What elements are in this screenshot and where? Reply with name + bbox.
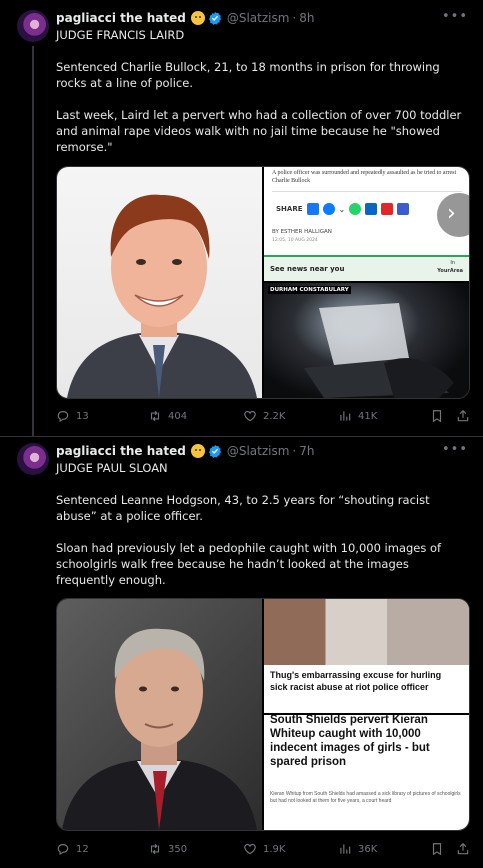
smiley-emoji-icon (190, 11, 205, 25)
portrait-illustration (67, 194, 257, 398)
thread-line (32, 46, 34, 436)
news-near-you-banner[interactable]: See news near you In YourArea (264, 255, 469, 281)
linkedin-icon[interactable] (365, 203, 378, 215)
media-article-screenshot[interactable]: A police officer was surrounded and repe… (264, 167, 469, 281)
yourarea-top: In (450, 260, 455, 266)
post-actions: 13 404 2.2K 41K (56, 409, 471, 425)
like-button[interactable]: 2.2K (243, 409, 285, 423)
like-count: 2.2K (263, 410, 286, 422)
bookmark-icon (432, 410, 442, 423)
heart-icon (244, 410, 256, 422)
more-options-icon[interactable]: ••• (442, 9, 468, 24)
headline-text: South Shields pervert Kieran Whiteup cau… (270, 715, 430, 768)
post-header: pagliacci the hated @Slatzism · 8h (56, 9, 315, 27)
view-count: 41K (358, 410, 378, 422)
headline-photo (264, 599, 469, 665)
avatar[interactable] (17, 443, 49, 475)
share-icon (457, 409, 469, 422)
repost-icon (150, 410, 160, 422)
repost-count: 350 (168, 843, 188, 855)
chevron-down-icon[interactable]: ⌄ (339, 205, 346, 214)
whatsapp-icon[interactable] (349, 203, 362, 215)
reply-icon (57, 844, 69, 855)
flipboard-icon[interactable] (381, 203, 394, 215)
author-name[interactable]: pagliacci the hated (56, 444, 186, 458)
separator-dot: · (292, 444, 297, 458)
view-count: 36K (358, 843, 378, 855)
media-photo-portrait[interactable] (57, 599, 262, 830)
repost-button[interactable]: 404 (148, 409, 187, 423)
laptop-illustration (304, 303, 454, 398)
media-headline-bottom[interactable]: South Shields pervert Kieran Whiteup cau… (264, 715, 469, 830)
post-text: JUDGE FRANCIS LAIRD Sentenced Charlie Bu… (56, 28, 462, 154)
author-handle[interactable]: @Slatzism (227, 444, 290, 458)
bookmark-button[interactable] (430, 842, 444, 856)
repost-button[interactable]: 350 (148, 842, 187, 856)
post[interactable]: pagliacci the hated @Slatzism · 8h ••• J… (0, 0, 483, 436)
news-near-you-label: See news near you (270, 265, 345, 273)
author-handle[interactable]: @Slatzism (227, 11, 290, 25)
post-media-grid[interactable]: A police officer was surrounded and repe… (56, 166, 470, 399)
share-button[interactable] (456, 409, 470, 423)
messenger-icon[interactable] (322, 203, 335, 215)
bookmark-button[interactable] (430, 409, 444, 423)
share-icon (457, 842, 469, 855)
carousel-next-button[interactable]: › (437, 193, 469, 237)
post-media-grid[interactable]: Thug's embarrassing excuse for hurling s… (56, 598, 470, 831)
views-button[interactable]: 41K (338, 409, 377, 423)
article-dateline: 12:05, 10 AUG 2024 (272, 238, 318, 243)
email-icon[interactable] (397, 203, 410, 215)
verified-badge-icon (208, 11, 221, 25)
reply-button[interactable]: 13 (56, 409, 89, 423)
more-options-icon[interactable]: ••• (442, 442, 468, 457)
reply-count: 12 (76, 843, 89, 855)
reply-count: 13 (76, 410, 89, 422)
reply-icon (57, 411, 69, 422)
like-count: 1.9K (263, 843, 286, 855)
headline-text: Thug's embarrassing excuse for hurling s… (270, 670, 442, 692)
heart-icon (244, 843, 256, 855)
constabulary-label: DURHAM CONSTABULARY (268, 286, 351, 294)
media-photo-portrait[interactable] (57, 167, 262, 398)
smiley-emoji-icon (190, 444, 205, 458)
post-actions: 12 350 1.9K 36K (56, 842, 471, 858)
post[interactable]: pagliacci the hated @Slatzism · 7h ••• J… (0, 432, 483, 868)
verified-badge-icon (208, 444, 221, 458)
post-timestamp[interactable]: 8h (299, 11, 314, 25)
article-snippet: A police officer was surrounded and repe… (272, 170, 457, 184)
post-timestamp[interactable]: 7h (299, 444, 314, 458)
post-header: pagliacci the hated @Slatzism · 7h (56, 442, 315, 460)
repost-icon (150, 843, 160, 855)
share-row: SHARE ⌄ (276, 203, 410, 215)
yourarea-logo: YourArea (437, 268, 463, 274)
reply-button[interactable]: 12 (56, 842, 89, 856)
bookmark-icon (432, 843, 442, 856)
views-button[interactable]: 36K (338, 842, 377, 856)
headline-snippet: Kieran Whitup from South Shields had ama… (270, 791, 461, 804)
media-headline-top[interactable]: Thug's embarrassing excuse for hurling s… (264, 599, 469, 713)
views-chart-icon (340, 411, 351, 421)
facebook-icon[interactable] (306, 203, 319, 215)
article-byline: BY ESTHER HALLIGAN (272, 229, 332, 235)
views-chart-icon (340, 844, 351, 854)
post-text: JUDGE PAUL SLOAN Sentenced Leanne Hodgso… (56, 461, 442, 587)
portrait-illustration (62, 628, 257, 830)
separator-dot: · (292, 11, 297, 25)
avatar[interactable] (17, 10, 49, 42)
author-name[interactable]: pagliacci the hated (56, 11, 186, 25)
share-label: SHARE (276, 205, 303, 213)
share-button[interactable] (456, 842, 470, 856)
media-photo-laptop[interactable]: DURHAM CONSTABULARY (264, 283, 469, 398)
repost-count: 404 (168, 410, 188, 422)
like-button[interactable]: 1.9K (243, 842, 285, 856)
